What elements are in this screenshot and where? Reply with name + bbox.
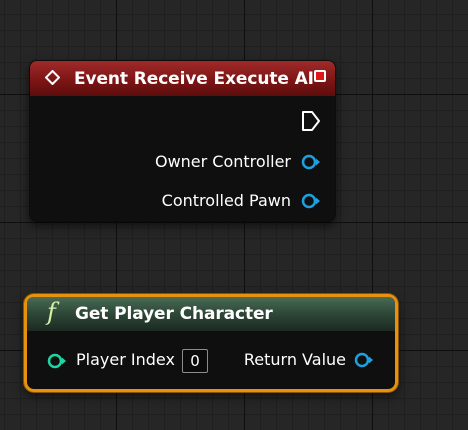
function-node-header[interactable]: f Get Player Character	[27, 297, 395, 331]
exec-pin-icon[interactable]	[301, 110, 321, 132]
owner-controller-pin-icon[interactable]	[300, 153, 322, 171]
player-index-input[interactable]: 0	[182, 349, 208, 373]
player-index-pin-icon[interactable]	[46, 352, 68, 370]
delegate-pin-icon[interactable]	[314, 70, 326, 82]
event-node-header[interactable]: Event Receive Execute AI	[30, 61, 335, 96]
owner-controller-label: Owner Controller	[154, 152, 291, 171]
event-receive-execute-ai-node[interactable]: Event Receive Execute AI Owner Controlle…	[29, 60, 336, 222]
controlled-pawn-label: Controlled Pawn	[161, 191, 291, 210]
controlled-pawn-pin-icon[interactable]	[300, 192, 322, 210]
get-player-character-node[interactable]: f Get Player Character Player Index 0 Re…	[24, 294, 398, 392]
function-node-title: Get Player Character	[75, 304, 273, 324]
event-node-title: Event Receive Execute AI	[74, 68, 314, 89]
function-icon: f	[47, 298, 56, 326]
return-value-pin-icon[interactable]	[353, 351, 375, 369]
player-index-label: Player Index	[76, 350, 175, 369]
return-value-label: Return Value	[243, 350, 346, 369]
event-diamond-icon	[45, 70, 60, 85]
